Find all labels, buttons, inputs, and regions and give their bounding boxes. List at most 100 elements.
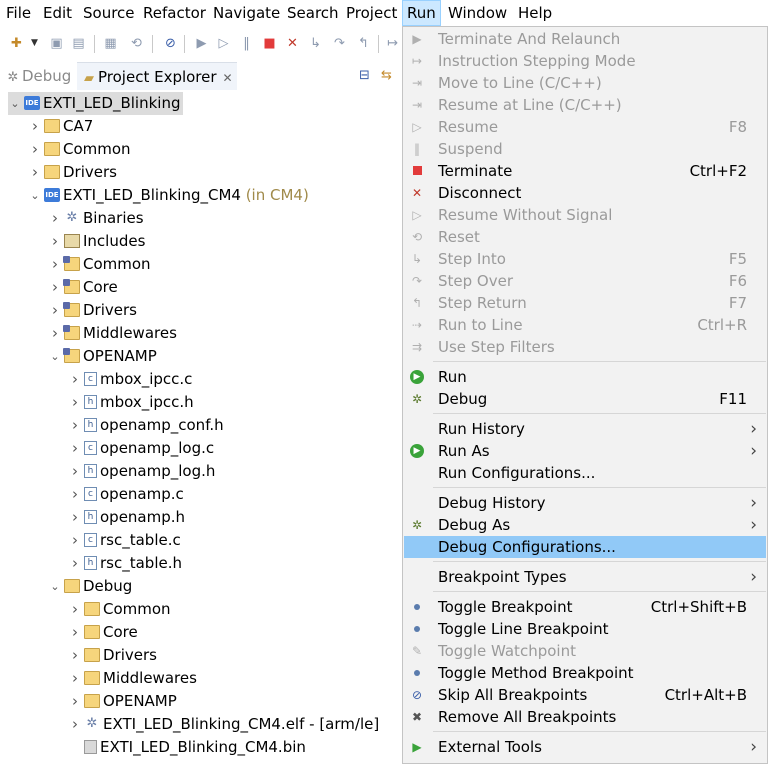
menu-item-resume[interactable]: ▷ Resume F8 xyxy=(404,116,766,138)
menu-item-toggle-line-breakpoint[interactable]: Toggle Line Breakpoint xyxy=(404,618,766,640)
chevron-right-icon[interactable]: › xyxy=(68,621,82,644)
menu-item-debug-configurations[interactable]: Debug Configurations... xyxy=(404,536,766,558)
menu-item-debug-history[interactable]: Debug History › xyxy=(404,492,766,514)
tree-item[interactable]: › OPENAMP xyxy=(68,690,177,713)
menu-navigate[interactable]: Navigate xyxy=(209,0,284,26)
tree-item[interactable]: › h openamp.h xyxy=(68,506,185,529)
menu-item-toggle-breakpoint[interactable]: Toggle Breakpoint Ctrl+Shift+B xyxy=(404,596,766,618)
menu-refactor[interactable]: Refactor xyxy=(139,0,210,26)
tree-item[interactable]: › Includes xyxy=(48,230,145,253)
chevron-right-icon[interactable]: › xyxy=(68,483,82,506)
menu-run[interactable]: Run xyxy=(402,0,441,26)
tree-item[interactable]: › Core xyxy=(68,621,138,644)
menu-item-run[interactable]: ▶ Run xyxy=(404,366,766,388)
tree-item[interactable]: › Drivers xyxy=(68,644,157,667)
menu-item-external-tools[interactable]: ▶ External Tools › xyxy=(404,736,766,758)
tree-item[interactable]: › ✲ Binaries xyxy=(48,207,144,230)
menu-item-skip-all-breakpoints[interactable]: ⊘ Skip All Breakpoints Ctrl+Alt+B xyxy=(404,684,766,706)
chevron-down-icon[interactable]: ⌄ xyxy=(48,345,62,368)
chevron-down-icon[interactable]: ⌄ xyxy=(28,184,42,207)
chevron-right-icon[interactable]: › xyxy=(68,506,82,529)
menu-item-resume-at-line-c-c[interactable]: ⇥ Resume at Line (C/C++) xyxy=(404,94,766,116)
skip-breakpoints-icon[interactable]: ⊘ xyxy=(162,35,179,52)
tree-item[interactable]: ⌄ Debug xyxy=(48,575,132,598)
menu-item-step-return[interactable]: ↰ Step Return F7 xyxy=(404,292,766,314)
chevron-down-icon[interactable]: ▼ xyxy=(26,35,43,52)
menu-item-suspend[interactable]: ‖ Suspend xyxy=(404,138,766,160)
disconnect-icon[interactable]: ✕ xyxy=(284,35,301,52)
menu-item-step-over[interactable]: ↷ Step Over F6 xyxy=(404,270,766,292)
tree-item[interactable]: EXTI_LED_Blinking_CM4.bin xyxy=(68,736,306,759)
menu-item-run-as[interactable]: ▶ Run As › xyxy=(404,440,766,462)
chevron-right-icon[interactable]: › xyxy=(68,598,82,621)
chevron-right-icon[interactable]: › xyxy=(28,138,42,161)
menu-search[interactable]: Search xyxy=(283,0,343,26)
chevron-right-icon[interactable]: › xyxy=(68,667,82,690)
menu-item-reset[interactable]: ⟲ Reset xyxy=(404,226,766,248)
binary-view-icon[interactable]: ▦ xyxy=(102,35,119,52)
tree-item[interactable]: › Core xyxy=(48,276,118,299)
menu-file[interactable]: File xyxy=(2,0,35,26)
tab-project-explorer[interactable]: ▰ Project Explorer ✕ xyxy=(77,62,237,90)
new-wizard-icon[interactable]: ✚ xyxy=(8,35,25,52)
menu-item-terminate-and-relaunch[interactable]: ▶ Terminate And Relaunch xyxy=(404,28,766,50)
tree-item[interactable]: › c openamp.c xyxy=(68,483,184,506)
terminate-relaunch-icon[interactable]: ▶ xyxy=(193,35,210,52)
menu-item-debug-as[interactable]: ✲ Debug As › xyxy=(404,514,766,536)
tree-item[interactable]: › h mbox_ipcc.h xyxy=(68,391,194,414)
menu-item-resume-without-signal[interactable]: ▷ Resume Without Signal xyxy=(404,204,766,226)
tree-item[interactable]: › h openamp_conf.h xyxy=(68,414,224,437)
step-return-icon[interactable]: ↰ xyxy=(355,35,372,52)
chevron-right-icon[interactable]: › xyxy=(48,207,62,230)
build-icon[interactable]: ⟲ xyxy=(128,35,145,52)
save-icon[interactable]: ▣ xyxy=(48,35,65,52)
terminate-icon[interactable]: ■ xyxy=(261,35,278,52)
chevron-right-icon[interactable]: › xyxy=(48,322,62,345)
tree-item[interactable]: ⌄ IDE EXTI_LED_Blinking_CM4 (in CM4) xyxy=(28,184,308,207)
chevron-right-icon[interactable]: › xyxy=(48,230,62,253)
chevron-right-icon[interactable]: › xyxy=(68,644,82,667)
chevron-right-icon[interactable]: › xyxy=(28,161,42,184)
tree-item[interactable]: › h openamp_log.h xyxy=(68,460,215,483)
menu-item-use-step-filters[interactable]: ⇉ Use Step Filters xyxy=(404,336,766,358)
chevron-right-icon[interactable]: › xyxy=(68,529,82,552)
tree-item[interactable]: › Common xyxy=(48,253,151,276)
instruction-step-icon[interactable]: ↦ xyxy=(384,35,401,52)
step-into-icon[interactable]: ↳ xyxy=(307,35,324,52)
tree-item[interactable]: › ✲ EXTI_LED_Blinking_CM4.elf - [arm/le] xyxy=(68,713,379,736)
suspend-icon[interactable]: ‖ xyxy=(238,35,255,52)
chevron-right-icon[interactable]: › xyxy=(48,253,62,276)
menu-window[interactable]: Window xyxy=(444,0,511,26)
chevron-right-icon[interactable]: › xyxy=(68,368,82,391)
menu-item-toggle-method-breakpoint[interactable]: Toggle Method Breakpoint xyxy=(404,662,766,684)
chevron-right-icon[interactable]: › xyxy=(68,414,82,437)
menu-item-disconnect[interactable]: ✕ Disconnect xyxy=(404,182,766,204)
menu-item-debug[interactable]: ✲ Debug F11 xyxy=(404,388,766,410)
tab-debug[interactable]: ✲ Debug xyxy=(4,62,76,90)
tree-item[interactable]: › h rsc_table.h xyxy=(68,552,182,575)
menu-item-move-to-line-c-c[interactable]: ⇥ Move to Line (C/C++) xyxy=(404,72,766,94)
menu-edit[interactable]: Edit xyxy=(39,0,76,26)
chevron-right-icon[interactable]: › xyxy=(28,115,42,138)
menu-item-remove-all-breakpoints[interactable]: ✖ Remove All Breakpoints xyxy=(404,706,766,728)
tree-item[interactable]: › CA7 xyxy=(28,115,93,138)
resume-icon[interactable]: ▷ xyxy=(215,35,232,52)
chevron-right-icon[interactable]: › xyxy=(68,690,82,713)
tree-item[interactable]: › c mbox_ipcc.c xyxy=(68,368,192,391)
tree-item[interactable]: › c rsc_table.c xyxy=(68,529,181,552)
tree-item[interactable]: › c openamp_log.c xyxy=(68,437,214,460)
save-all-icon[interactable]: ▤ xyxy=(70,35,87,52)
chevron-right-icon[interactable]: › xyxy=(68,437,82,460)
collapse-all-icon[interactable]: ⊟ xyxy=(356,67,373,84)
tree-item[interactable]: › Drivers xyxy=(28,161,117,184)
chevron-right-icon[interactable]: › xyxy=(68,460,82,483)
chevron-right-icon[interactable]: › xyxy=(68,552,82,575)
tree-item[interactable]: ⌄ IDE EXTI_LED_Blinking xyxy=(8,92,184,115)
menu-item-run-history[interactable]: Run History › xyxy=(404,418,766,440)
tree-item[interactable]: › Common xyxy=(28,138,131,161)
chevron-right-icon[interactable]: › xyxy=(48,276,62,299)
tree-item[interactable]: › Drivers xyxy=(48,299,137,322)
menu-item-instruction-stepping-mode[interactable]: ↦ Instruction Stepping Mode xyxy=(404,50,766,72)
chevron-right-icon[interactable]: › xyxy=(48,299,62,322)
chevron-down-icon[interactable]: ⌄ xyxy=(8,92,22,115)
